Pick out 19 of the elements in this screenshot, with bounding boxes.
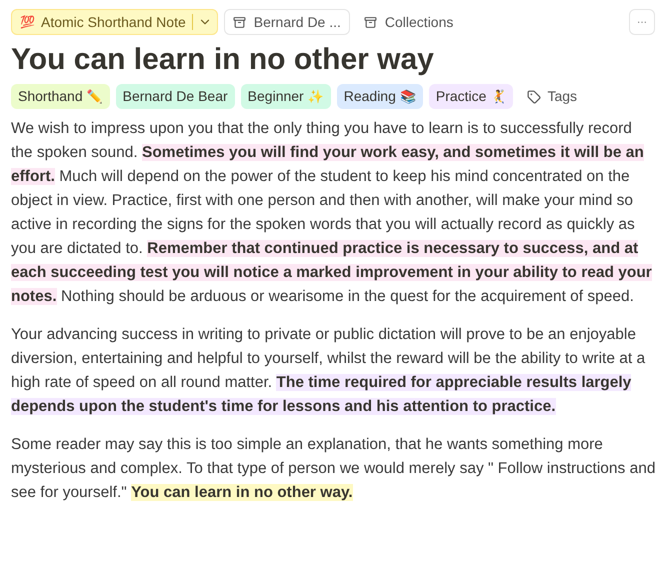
note-type-icon: 💯 <box>20 13 35 31</box>
tag-chip[interactable]: Beginner ✨ <box>240 84 331 109</box>
more-button[interactable]: ··· <box>629 9 655 35</box>
tag-chip[interactable]: Practice 🤾 <box>428 84 514 109</box>
body-paragraph: We wish to impress upon you that the only thing you have to learn is to successfully record the spoken sound. Sometimes you will find your work easy, and sometimes it will be an effort. Much will depend on the power of the student to keep his mind concentrated on the object in view. Practice, first with one person and then with another, will make your mind so active in recording the signs for the spoken words that you will actually record as quickly as you are dictated to. Remember that continued practice is necessary to success, and at each succeeding test you will notice a marked improvement in your ability to read your notes. Nothing should be arduous or wearisome in the quest for the acquirement of speed. <box>11 119 653 307</box>
archive-icon <box>232 16 246 28</box>
archive-icon <box>364 16 377 28</box>
body-paragraph: Your advancing success in writing to private or public dictation will prove to be an enjoyable diversion, entertaining and helpful to yourself, whilst the reward will be the ability to write at a high rate of speed on all round matter. The time required for appreciable results largely depends upon the student's time for lessons and his attention to practice. <box>11 325 646 417</box>
add-tag-button[interactable]: Tags <box>519 86 586 107</box>
collections-button[interactable]: Collections <box>356 9 462 35</box>
tag-chip[interactable]: Shorthand ✏ <box>11 84 110 109</box>
note-type-label: Atomic Shorthand Note <box>41 12 186 32</box>
author-button[interactable]: Bernard De ... <box>224 9 350 35</box>
tag-chip[interactable]: Reading 📚 <box>336 84 423 109</box>
tag-chip[interactable]: Bernard De Bear <box>116 84 235 109</box>
body-paragraph: Some reader may say this is too simple an explanation, that he wants something more mysterious and complex. To that type of person we would merely say " Follow instructions and see for yourself." You can learn in no other way. <box>11 435 656 503</box>
note-title: You can learn in no other way <box>11 42 435 78</box>
note-type-selector[interactable]: 💯 Atomic Shorthand Note <box>11 9 218 35</box>
tag-icon <box>527 90 542 104</box>
